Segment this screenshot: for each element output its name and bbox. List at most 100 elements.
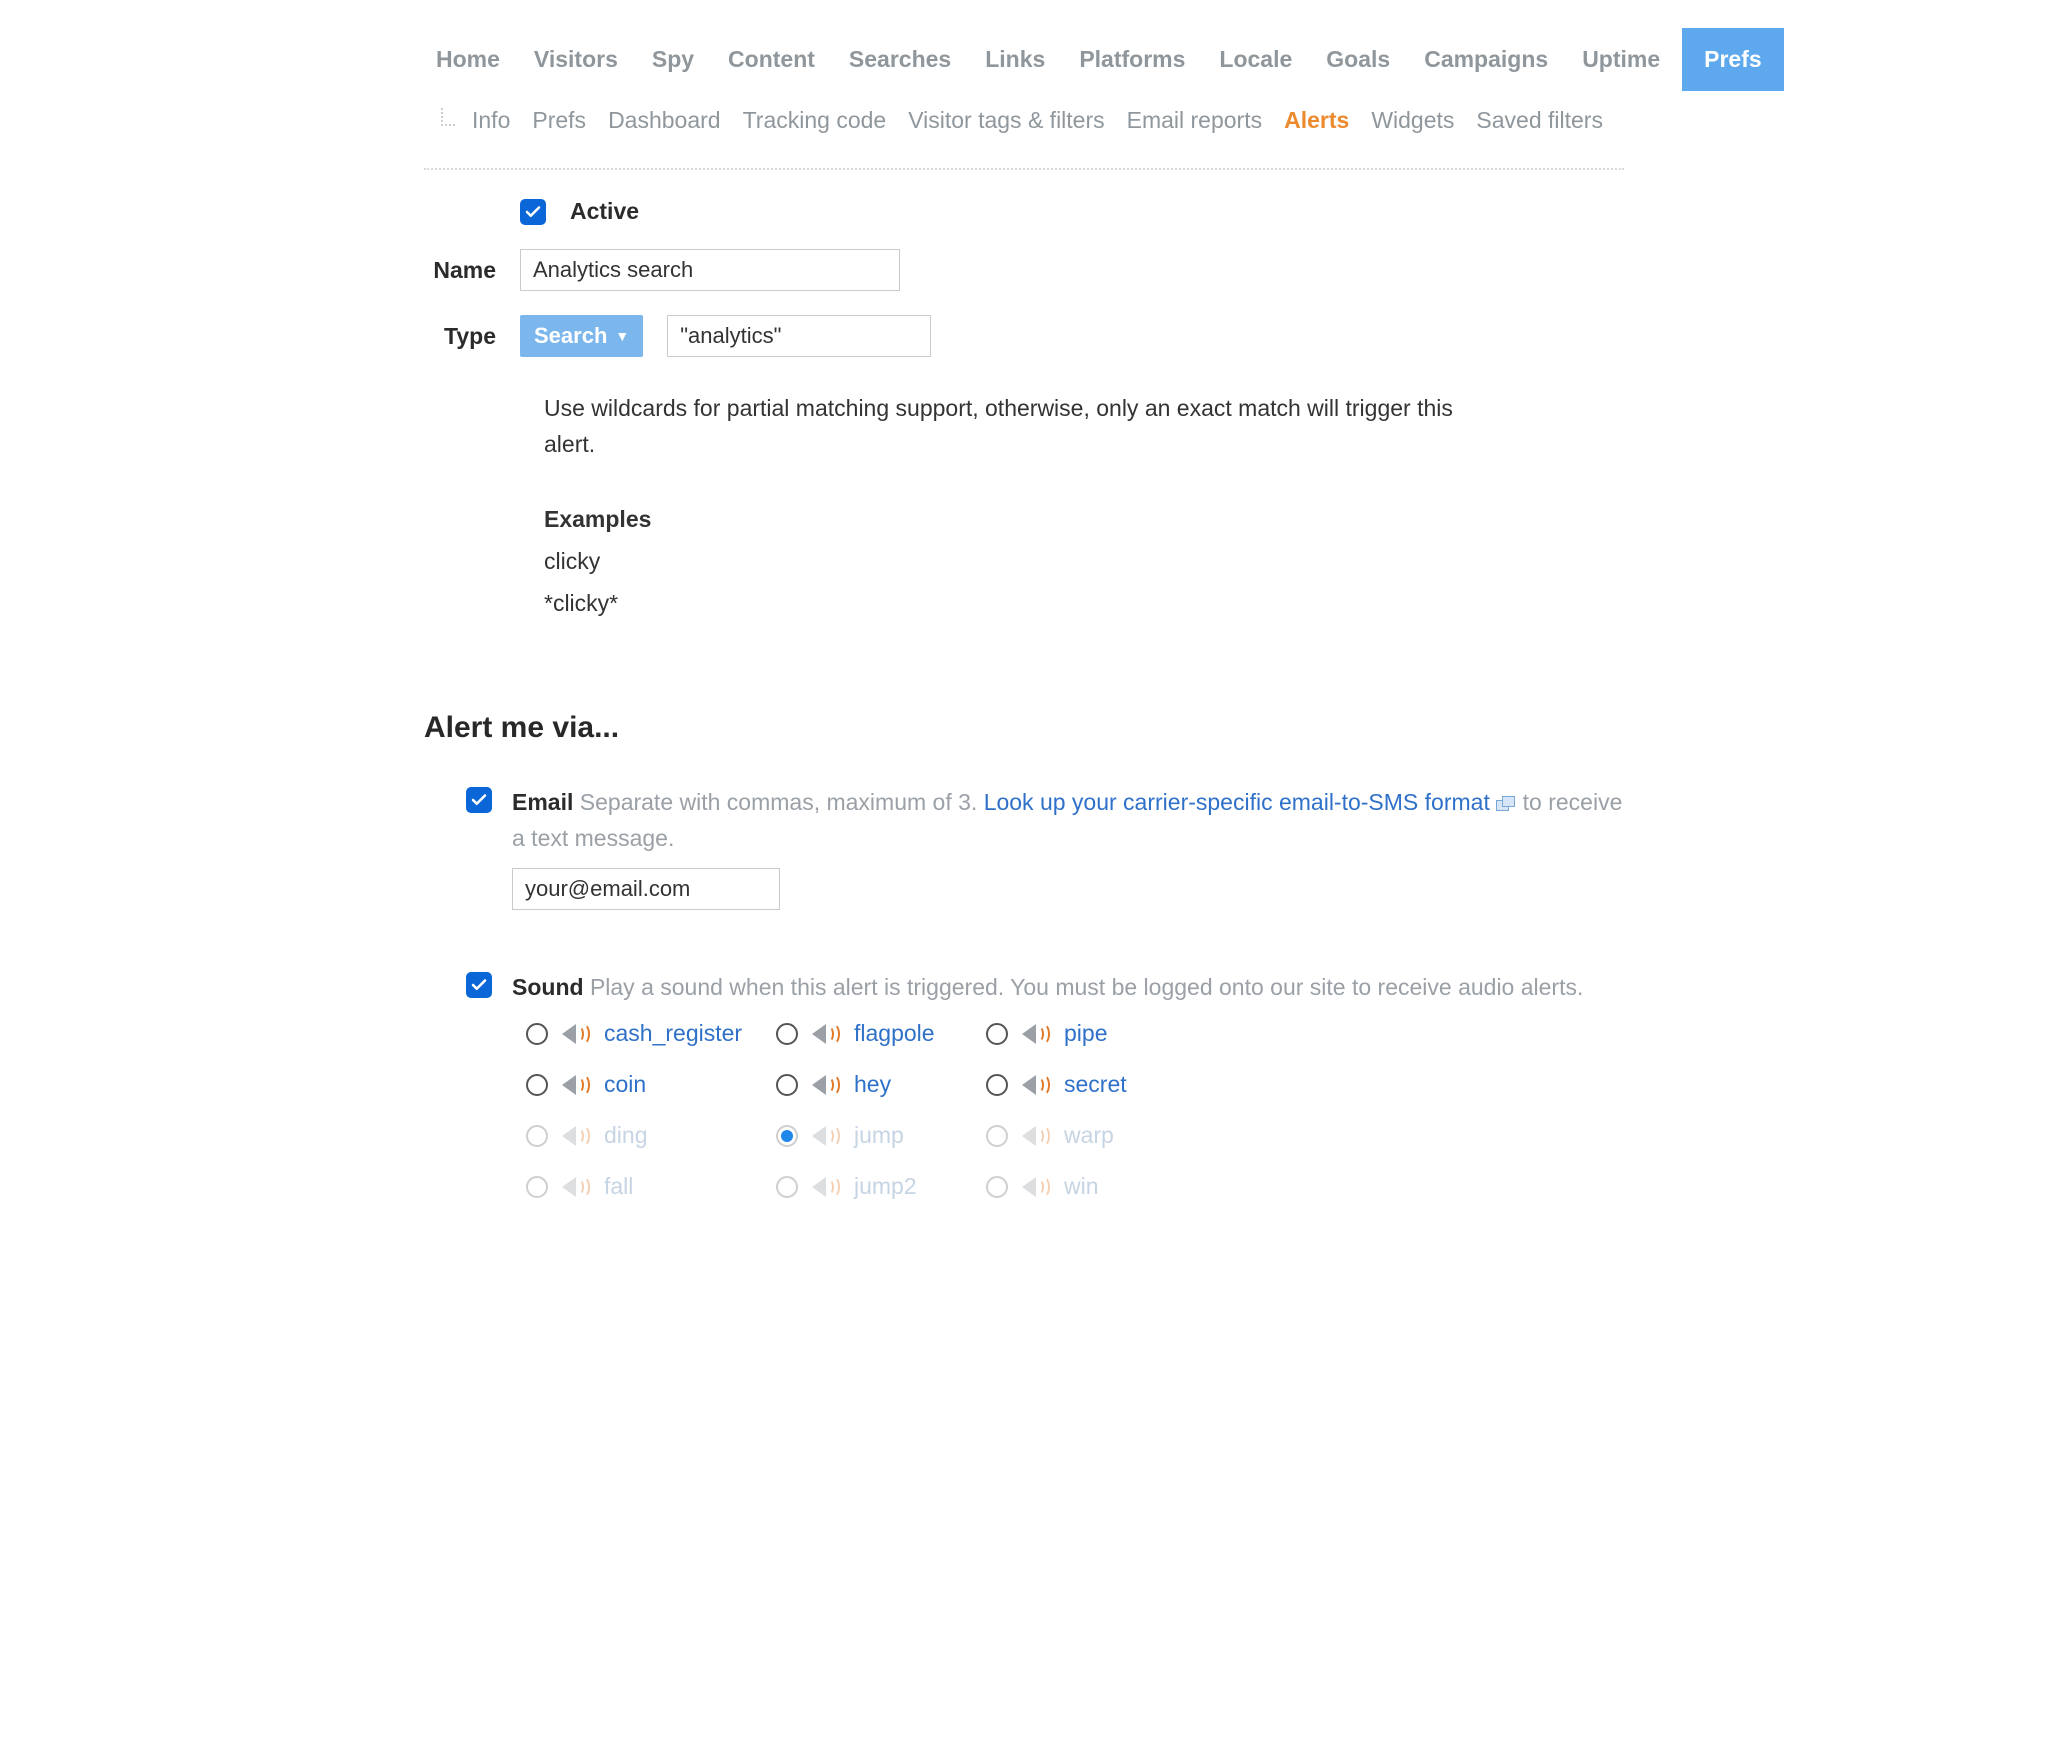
type-label: Type [424, 323, 496, 350]
sound-item-pipe: pipe [986, 1020, 1196, 1047]
sound-name[interactable]: secret [1064, 1071, 1127, 1098]
sound-item-coin: coin [526, 1071, 776, 1098]
name-input[interactable] [520, 249, 900, 291]
sound-item-secret: secret [986, 1071, 1196, 1098]
sound-checkbox[interactable] [466, 972, 492, 998]
speaker-icon [562, 1175, 590, 1199]
sound-option: Sound Play a sound when this alert is tr… [424, 970, 1624, 1200]
sound-name: jump [854, 1122, 904, 1149]
sound-item-cash_register: cash_register [526, 1020, 776, 1047]
sound-name[interactable]: pipe [1064, 1020, 1107, 1047]
sound-label: Sound [512, 974, 584, 1000]
topnav-prefs[interactable]: Prefs [1682, 28, 1784, 91]
speaker-icon [812, 1124, 840, 1148]
sound-item-flagpole: flagpole [776, 1020, 986, 1047]
sound-item-jump: jump [776, 1122, 986, 1149]
sound-item-win: win [986, 1173, 1196, 1200]
topnav-content[interactable]: Content [716, 32, 827, 87]
topnav-platforms[interactable]: Platforms [1067, 32, 1197, 87]
sound-radio-coin[interactable] [526, 1074, 548, 1096]
sound-radio-fall [526, 1176, 548, 1198]
alert-form: Active Name Type Search ▼ Use wildcards … [424, 170, 1624, 1200]
active-label: Active [570, 198, 639, 225]
topnav-locale[interactable]: Locale [1207, 32, 1304, 87]
sound-radio-ding [526, 1125, 548, 1147]
email-hint-pre: Separate with commas, maximum of 3. [580, 789, 984, 815]
sound-name[interactable]: flagpole [854, 1020, 935, 1047]
topnav-searches[interactable]: Searches [837, 32, 963, 87]
top-nav: HomeVisitorsSpyContentSearchesLinksPlatf… [424, 28, 1624, 95]
examples-heading: Examples [544, 502, 1504, 538]
sound-item-fall: fall [526, 1173, 776, 1200]
sound-radio-cash_register[interactable] [526, 1023, 548, 1045]
sound-name: win [1064, 1173, 1099, 1200]
external-link-icon [1496, 796, 1516, 812]
topnav-links[interactable]: Links [973, 32, 1057, 87]
email-option: Email Separate with commas, maximum of 3… [424, 785, 1624, 910]
topnav-spy[interactable]: Spy [640, 32, 706, 87]
sound-name[interactable]: coin [604, 1071, 646, 1098]
type-help-text: Use wildcards for partial matching suppo… [544, 391, 1504, 462]
sound-radio-jump [776, 1125, 798, 1147]
topnav-uptime[interactable]: Uptime [1570, 32, 1672, 87]
speaker-icon [812, 1073, 840, 1097]
subnav-saved-filters[interactable]: Saved filters [1476, 103, 1603, 138]
type-dropdown-label: Search [534, 323, 607, 349]
subnav-email-reports[interactable]: Email reports [1127, 103, 1262, 138]
speaker-icon [812, 1022, 840, 1046]
speaker-icon [1022, 1175, 1050, 1199]
sound-item-ding: ding [526, 1122, 776, 1149]
sub-nav-container: Info Prefs Dashboard Tracking code Visitor t… [424, 95, 1624, 138]
sound-item-hey: hey [776, 1071, 986, 1098]
sound-name[interactable]: hey [854, 1071, 891, 1098]
sound-name[interactable]: cash_register [604, 1020, 742, 1047]
email-checkbox[interactable] [466, 787, 492, 813]
speaker-icon [812, 1175, 840, 1199]
alert-via-heading: Alert me via... [424, 711, 1624, 745]
tree-branch-icon [438, 108, 458, 134]
sound-radio-warp [986, 1125, 1008, 1147]
sound-radio-secret[interactable] [986, 1074, 1008, 1096]
speaker-icon [1022, 1124, 1050, 1148]
topnav-home[interactable]: Home [424, 32, 512, 87]
sound-hint: Play a sound when this alert is triggere… [590, 974, 1583, 1000]
subnav-dashboard[interactable]: Dashboard [608, 103, 721, 138]
sound-radio-flagpole[interactable] [776, 1023, 798, 1045]
type-help: Use wildcards for partial matching suppo… [544, 391, 1504, 621]
topnav-visitors[interactable]: Visitors [522, 32, 630, 87]
sound-item-jump2: jump2 [776, 1173, 986, 1200]
type-value-input[interactable] [667, 315, 931, 357]
sound-radio-win [986, 1176, 1008, 1198]
chevron-down-icon: ▼ [615, 329, 629, 343]
email-input[interactable] [512, 868, 780, 910]
subnav-alerts[interactable]: Alerts [1284, 103, 1349, 138]
sound-item-warp: warp [986, 1122, 1196, 1149]
speaker-icon [562, 1124, 590, 1148]
active-checkbox[interactable] [520, 199, 546, 225]
speaker-icon [562, 1022, 590, 1046]
subnav-widgets[interactable]: Widgets [1371, 103, 1454, 138]
sound-radio-jump2 [776, 1176, 798, 1198]
subnav-visitor-tags-filters[interactable]: Visitor tags & filters [908, 103, 1104, 138]
subnav-prefs[interactable]: Prefs [532, 103, 586, 138]
sub-nav: Info Prefs Dashboard Tracking code Visitor t… [472, 103, 1603, 138]
speaker-icon [562, 1073, 590, 1097]
topnav-goals[interactable]: Goals [1314, 32, 1402, 87]
sound-name: fall [604, 1173, 633, 1200]
sound-name: ding [604, 1122, 647, 1149]
speaker-icon [1022, 1073, 1050, 1097]
name-label: Name [424, 257, 496, 284]
email-label: Email [512, 789, 573, 815]
type-dropdown[interactable]: Search ▼ [520, 315, 643, 357]
example-1: clicky [544, 544, 1504, 580]
subnav-tracking-code[interactable]: Tracking code [743, 103, 887, 138]
email-sms-link[interactable]: Look up your carrier-specific email-to-S… [984, 789, 1490, 815]
sounds-grid: cash_register flagpole pipe coin hey secret di… [526, 1020, 1624, 1200]
sound-name: warp [1064, 1122, 1114, 1149]
sound-radio-hey[interactable] [776, 1074, 798, 1096]
subnav-info[interactable]: Info [472, 103, 510, 138]
sound-radio-pipe[interactable] [986, 1023, 1008, 1045]
topnav-campaigns[interactable]: Campaigns [1412, 32, 1560, 87]
speaker-icon [1022, 1022, 1050, 1046]
sound-name: jump2 [854, 1173, 917, 1200]
